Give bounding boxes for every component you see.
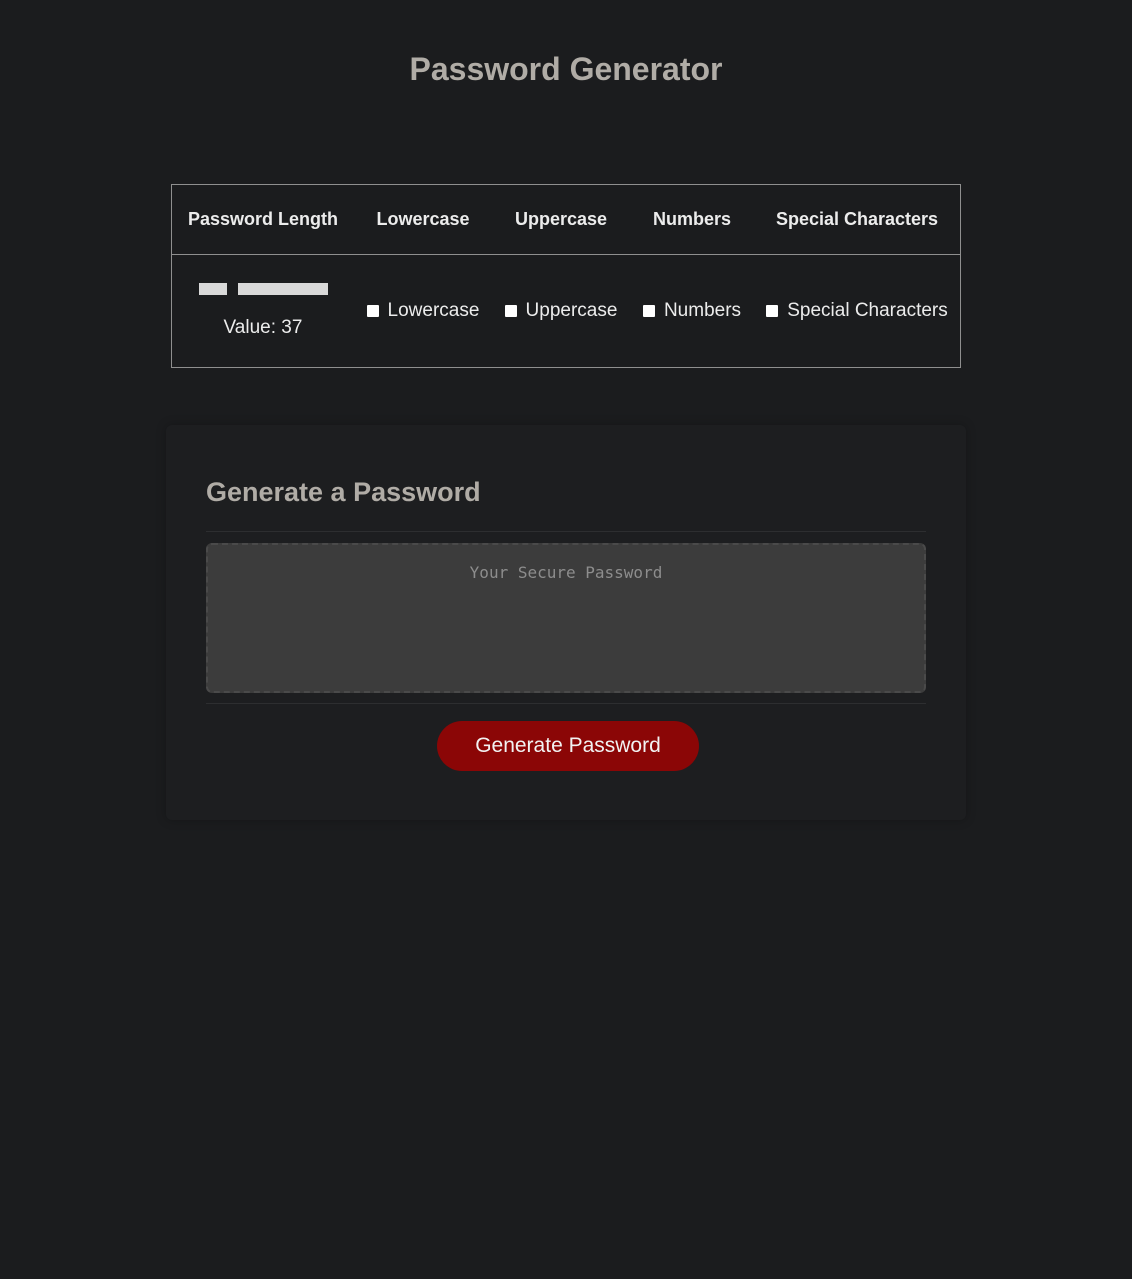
header-password-length: Password Length <box>171 184 354 255</box>
card-title: Generate a Password <box>206 477 481 507</box>
header-numbers: Numbers <box>630 184 754 255</box>
special-characters-option[interactable]: Special Characters <box>766 300 948 322</box>
password-output[interactable]: Your Secure Password <box>206 543 926 693</box>
generator-card: Generate a Password Your Secure Password… <box>166 425 966 820</box>
header-lowercase: Lowercase <box>354 184 492 255</box>
length-value-label: Value: 37 <box>223 317 303 338</box>
options-row: Value: 37 Lowercase Uppercase Numbers Sp… <box>172 255 961 368</box>
slider-track-empty <box>237 283 328 295</box>
special-characters-checkbox[interactable] <box>766 305 779 317</box>
lowercase-option[interactable]: Lowercase <box>366 300 480 322</box>
slider-thumb[interactable] <box>226 283 238 295</box>
numbers-label: Numbers <box>663 300 742 321</box>
lowercase-label: Lowercase <box>387 300 480 321</box>
card-divider-bottom <box>206 703 926 704</box>
length-slider[interactable] <box>198 283 328 295</box>
slider-track-filled <box>198 283 227 295</box>
uppercase-label: Uppercase <box>525 300 618 321</box>
password-options-table: Password Length Lowercase Uppercase Numb… <box>171 184 961 368</box>
uppercase-option[interactable]: Uppercase <box>504 300 618 322</box>
options-header-row: Password Length Lowercase Uppercase Numb… <box>171 184 961 255</box>
lowercase-cell: Lowercase <box>354 255 492 368</box>
header-special-characters: Special Characters <box>754 184 961 255</box>
length-control: Value: 37 <box>172 283 354 339</box>
header-uppercase: Uppercase <box>492 184 630 255</box>
numbers-cell: Numbers <box>630 255 754 368</box>
card-divider-top <box>206 531 926 532</box>
length-cell: Value: 37 <box>172 255 355 368</box>
numbers-checkbox[interactable] <box>642 305 655 317</box>
password-placeholder: Your Secure Password <box>469 563 663 582</box>
uppercase-checkbox[interactable] <box>504 305 517 317</box>
generate-password-button[interactable]: Generate Password <box>437 721 699 771</box>
numbers-option[interactable]: Numbers <box>642 300 742 322</box>
page-title: Password Generator <box>409 51 723 87</box>
special-characters-label: Special Characters <box>787 300 948 321</box>
uppercase-cell: Uppercase <box>492 255 630 368</box>
special-characters-cell: Special Characters <box>754 255 961 368</box>
lowercase-checkbox[interactable] <box>366 305 379 317</box>
